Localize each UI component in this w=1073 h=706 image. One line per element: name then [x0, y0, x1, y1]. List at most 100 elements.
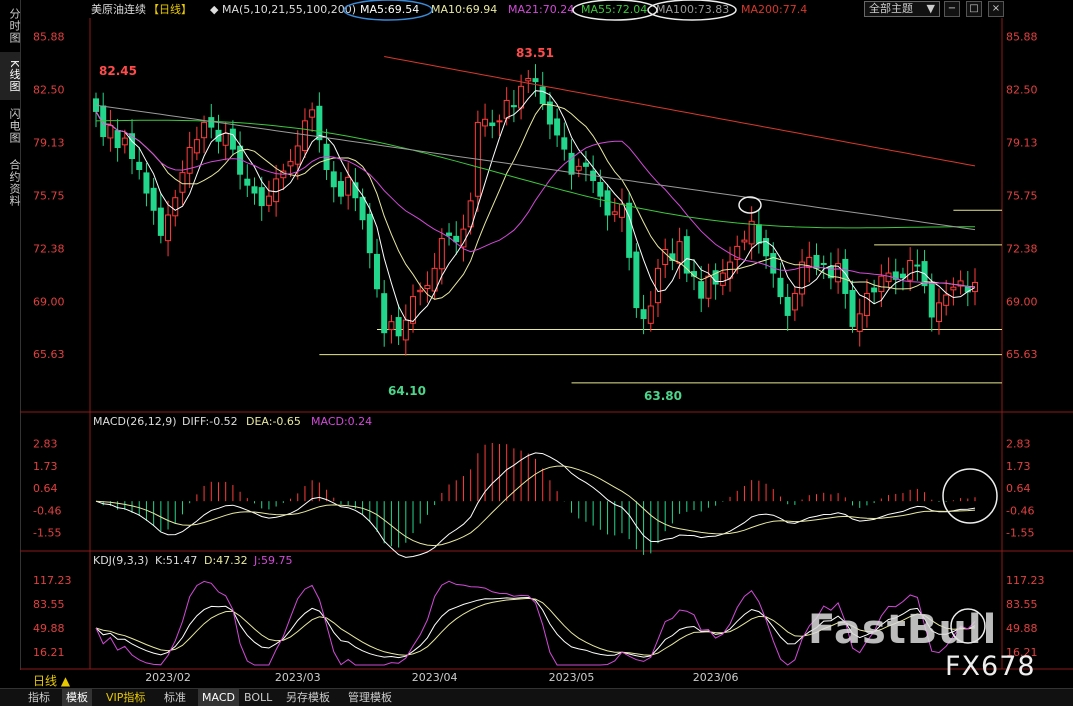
candle-body	[885, 272, 892, 283]
kdj-tick-label: 83.55	[33, 598, 65, 611]
tab-vip-indicator[interactable]: VIP指标	[102, 689, 149, 706]
candle-body	[373, 253, 380, 290]
price-tick-label: 85.88	[1006, 30, 1038, 43]
price-tick-label: 79.13	[1006, 136, 1038, 149]
macd-tick-label: 0.64	[33, 482, 58, 495]
macd-tick-label: -0.46	[33, 505, 61, 518]
candle-body	[654, 267, 661, 304]
minimize-icon[interactable]: −	[944, 1, 960, 17]
kdj-j-value: J:59.75	[253, 554, 292, 567]
macd-tick-label: 2.83	[1006, 438, 1031, 451]
candle-body	[791, 292, 798, 311]
candle-body	[381, 293, 388, 334]
ma100-line	[95, 104, 976, 231]
candle-body	[928, 281, 935, 318]
price-tick-label: 69.00	[33, 295, 65, 308]
kline-chart[interactable]: 85.88 85.88 82.50 82.50 79.13 79.13 75.75 75.75…	[0, 0, 1073, 688]
kdj-tick-label: 49.88	[1006, 622, 1038, 635]
candle-body	[388, 321, 395, 331]
tab-indicator[interactable]: 指标	[24, 689, 54, 706]
macd-tick-label: 1.73	[1006, 460, 1031, 473]
macd-tick-label: 0.64	[1006, 482, 1031, 495]
x-tick-label: 2023/06	[693, 671, 739, 684]
candle-body	[402, 319, 409, 341]
symbol-title: 美原油连续	[91, 2, 146, 16]
restore-icon[interactable]: □	[966, 1, 982, 17]
tab-manage-template[interactable]: 管理模板	[344, 689, 396, 706]
candle-body	[640, 309, 647, 320]
macd-tick-label: 2.83	[33, 438, 58, 451]
candle-body	[597, 182, 604, 197]
close-icon[interactable]: ×	[988, 1, 1004, 17]
high-label-1: 82.45	[99, 64, 137, 78]
candle-body	[114, 130, 121, 149]
tab-standard[interactable]: 标准	[160, 689, 190, 706]
candle-body	[820, 262, 827, 265]
candle-body	[575, 165, 582, 171]
period-label: 日线 ▲	[33, 674, 71, 688]
ma21-value: MA21:70.24	[508, 3, 574, 16]
macd-tick-label: 1.73	[33, 460, 58, 473]
candle-body	[698, 281, 705, 299]
tab-macd[interactable]: MACD	[198, 689, 239, 706]
candles	[93, 64, 978, 356]
candle-body	[518, 85, 525, 109]
low-label-2: 63.80	[644, 389, 682, 403]
theme-dropdown[interactable]: 全部主题 ▼	[864, 1, 940, 17]
candle-body	[121, 137, 128, 146]
macd-params: MACD(26,12,9)	[93, 415, 177, 428]
price-tick-label: 75.75	[1006, 189, 1038, 202]
candle-body	[856, 313, 863, 332]
kdj-tick-label: 16.21	[1006, 646, 1038, 659]
tab-save-template[interactable]: 另存模板	[282, 689, 334, 706]
candle-body	[107, 125, 114, 139]
price-tick-label: 85.88	[33, 30, 65, 43]
x-tick-label: 2023/02	[145, 671, 191, 684]
candle-body	[525, 77, 532, 82]
ma100-value: MA100:73.83	[656, 3, 729, 16]
macd-tick-label: -1.55	[1006, 527, 1034, 540]
candle-body	[294, 145, 301, 165]
tab-template[interactable]: 模板	[62, 689, 92, 706]
price-tick-label: 79.13	[33, 136, 65, 149]
macd-panel	[95, 443, 976, 558]
ma10-value: MA10:69.94	[431, 3, 497, 16]
period-selector[interactable]: 日线 ▲	[0, 670, 90, 688]
candle-body	[446, 232, 453, 236]
candle-body	[438, 238, 445, 270]
chevron-down-icon: ▼	[926, 2, 935, 15]
candle-body	[510, 105, 517, 108]
candle-body	[770, 253, 777, 274]
candle-body	[453, 235, 460, 243]
kdj-tick-label: 117.23	[33, 574, 72, 587]
macd-tick-label: -0.46	[1006, 505, 1034, 518]
ma5-value: MA5:69.54	[360, 3, 419, 16]
highlight-circle	[950, 608, 986, 644]
candle-body	[201, 121, 208, 139]
candle-body	[503, 99, 510, 119]
candle-body	[366, 213, 373, 254]
low-label-1: 64.10	[388, 384, 426, 398]
kdj-k-line	[95, 596, 976, 659]
price-tick-label: 75.75	[33, 189, 65, 202]
candle-body	[561, 137, 568, 150]
candle-body	[165, 214, 172, 242]
highlight-circle	[942, 468, 998, 524]
highlight-circle	[738, 196, 762, 214]
kdj-tick-label: 117.23	[1006, 574, 1045, 587]
bottom-toolbar: 指标 模板 VIP指标 标准 MACD BOLL 另存模板 管理模板	[0, 688, 1073, 706]
kdj-params: KDJ(9,3,3)	[93, 554, 149, 567]
tab-boll[interactable]: BOLL	[240, 689, 276, 706]
candle-body	[899, 273, 906, 279]
kdj-d-value: D:47.32	[204, 554, 248, 567]
candle-body	[633, 251, 640, 309]
candle-body	[172, 197, 179, 217]
high-label-2: 83.51	[516, 46, 554, 60]
period-title: 【日线】	[148, 2, 192, 16]
kdj-k-value: K:51.47	[155, 554, 197, 567]
price-tick-label: 72.38	[1006, 242, 1038, 255]
price-tick-label: 82.50	[33, 83, 65, 96]
candle-body	[265, 195, 272, 206]
candle-body	[532, 78, 539, 83]
candle-body	[424, 285, 431, 289]
